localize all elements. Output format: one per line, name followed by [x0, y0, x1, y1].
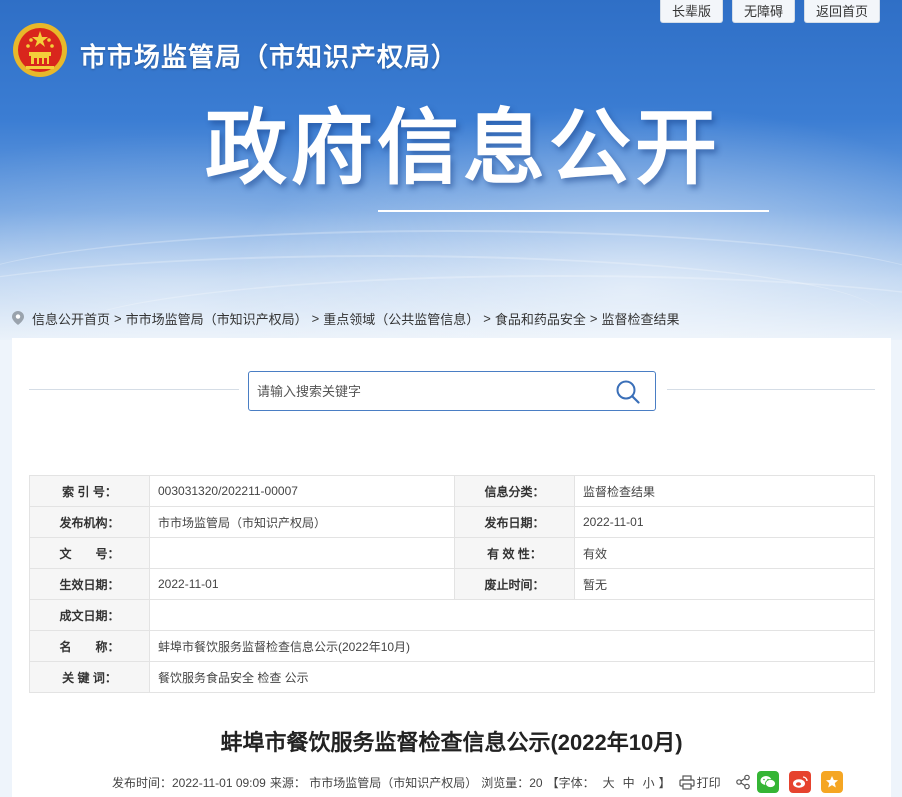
weibo-icon — [792, 776, 808, 788]
divider — [29, 389, 239, 390]
view-count: 浏览量：20 — [481, 775, 543, 790]
top-links: 长辈版 无障碍 返回首页 — [659, 0, 880, 23]
favorite-button[interactable] — [820, 771, 843, 793]
breadcrumb-item-food-drug[interactable]: 食品和药品安全 — [495, 309, 586, 328]
header-banner: 长辈版 无障碍 返回首页 市市场监管局（市知识产权局） 政府信息公开 — [0, 0, 902, 340]
hero-underline — [378, 210, 769, 212]
font-small-button[interactable]: 小 — [643, 774, 655, 791]
breadcrumb-separator: > — [483, 310, 491, 326]
publisher-value: 市市场监管局（市知识产权局） — [149, 506, 455, 538]
font-medium-button[interactable]: 中 — [623, 774, 635, 791]
abolish-value: 暂无 — [574, 568, 875, 600]
share-icon[interactable] — [735, 774, 751, 790]
search-box — [248, 371, 656, 411]
docno-label: 文 号： — [29, 537, 150, 569]
font-size-open: 【字体： — [546, 775, 595, 790]
source: 来源： 市市场监管局（市知识产权局） — [269, 775, 478, 790]
breadcrumb-item-bureau[interactable]: 市市场监管局（市知识产权局） — [126, 309, 308, 328]
validity-label: 有 效 性： — [454, 537, 575, 569]
elder-version-link[interactable]: 长辈版 — [659, 0, 723, 23]
print-label: 打印 — [696, 775, 721, 790]
breadcrumb-separator: > — [114, 310, 122, 326]
font-large-button[interactable]: 大 — [603, 774, 615, 791]
pubdate-value: 2022-11-01 — [574, 506, 875, 538]
table-row: 生效日期： 2022-11-01 废止时间： 暂无 — [29, 568, 875, 600]
keywords-label: 关 键 词： — [29, 661, 150, 693]
article-meta: 发布时间：2022-11-01 09:09 来源： 市市场监管局（市知识产权局）… — [112, 771, 847, 793]
breadcrumb-item-key-areas[interactable]: 重点领域（公共监管信息） — [323, 309, 479, 328]
star-icon — [825, 776, 838, 788]
breadcrumb-item-inspection-results[interactable]: 监督检查结果 — [601, 309, 679, 328]
hero-title: 政府信息公开 — [205, 101, 722, 196]
divider — [667, 389, 875, 390]
search-input[interactable] — [257, 372, 597, 410]
wechat-share-button[interactable] — [756, 771, 779, 793]
breadcrumb-separator: > — [589, 310, 598, 326]
docno-value — [149, 537, 455, 569]
location-pin-icon — [12, 311, 24, 325]
index-value: 003031320/202211-00007 — [149, 475, 455, 507]
table-row: 名 称： 蚌埠市餐饮服务监督检查信息公示(2022年10月) — [29, 630, 875, 662]
printer-icon — [679, 774, 695, 790]
effective-date-value: 2022-11-01 — [149, 568, 455, 600]
table-row: 文 号： 有 效 性： 有效 — [29, 537, 875, 569]
index-label: 索 引 号： — [29, 475, 150, 507]
print-button[interactable]: 打印 — [679, 774, 725, 791]
keywords-value: 餐饮服务食品安全 检查 公示 — [149, 661, 875, 693]
effective-date-label: 生效日期： — [29, 568, 150, 600]
publisher-label: 发布机构： — [29, 506, 150, 538]
home-link[interactable]: 返回首页 — [803, 0, 880, 23]
table-row: 索 引 号： 003031320/202211-00007 信息分类： 监督检查… — [29, 475, 875, 507]
site-title: 市市场监管局（市知识产权局） — [80, 42, 459, 72]
national-emblem-icon — [13, 23, 67, 77]
breadcrumb: 信息公开首页 > 市市场监管局（市知识产权局） > 重点领域（公共监管信息） >… — [12, 308, 679, 328]
publish-time: 发布时间：2022-11-01 09:09 — [112, 775, 266, 790]
article-title: 蚌埠市餐饮服务监督检查信息公示(2022年10月) — [220, 730, 683, 755]
name-label: 名 称： — [29, 630, 150, 662]
content-panel: 索 引 号： 003031320/202211-00007 信息分类： 监督检查… — [12, 338, 891, 797]
accessibility-link[interactable]: 无障碍 — [731, 0, 795, 23]
pubdate-label: 发布日期： — [454, 506, 575, 538]
info-table: 索 引 号： 003031320/202211-00007 信息分类： 监督检查… — [29, 475, 875, 693]
name-value: 蚌埠市餐饮服务监督检查信息公示(2022年10月) — [149, 630, 875, 662]
wechat-icon — [760, 776, 776, 788]
table-row: 成文日期： — [29, 599, 875, 631]
created-date-value — [149, 599, 875, 631]
table-row: 关 键 词： 餐饮服务食品安全 检查 公示 — [29, 661, 875, 693]
validity-value: 有效 — [574, 537, 875, 569]
breadcrumb-item-info-home[interactable]: 信息公开首页 — [32, 309, 110, 328]
weibo-share-button[interactable] — [788, 771, 811, 793]
search-icon[interactable] — [615, 379, 641, 405]
created-date-label: 成文日期： — [29, 599, 150, 631]
category-label: 信息分类： — [454, 475, 575, 507]
abolish-label: 废止时间： — [454, 568, 575, 600]
table-row: 发布机构： 市市场监管局（市知识产权局） 发布日期： 2022-11-01 — [29, 506, 875, 538]
category-value: 监督检查结果 — [574, 475, 875, 507]
font-size-close: 】 — [658, 775, 671, 790]
breadcrumb-separator: > — [311, 310, 320, 326]
